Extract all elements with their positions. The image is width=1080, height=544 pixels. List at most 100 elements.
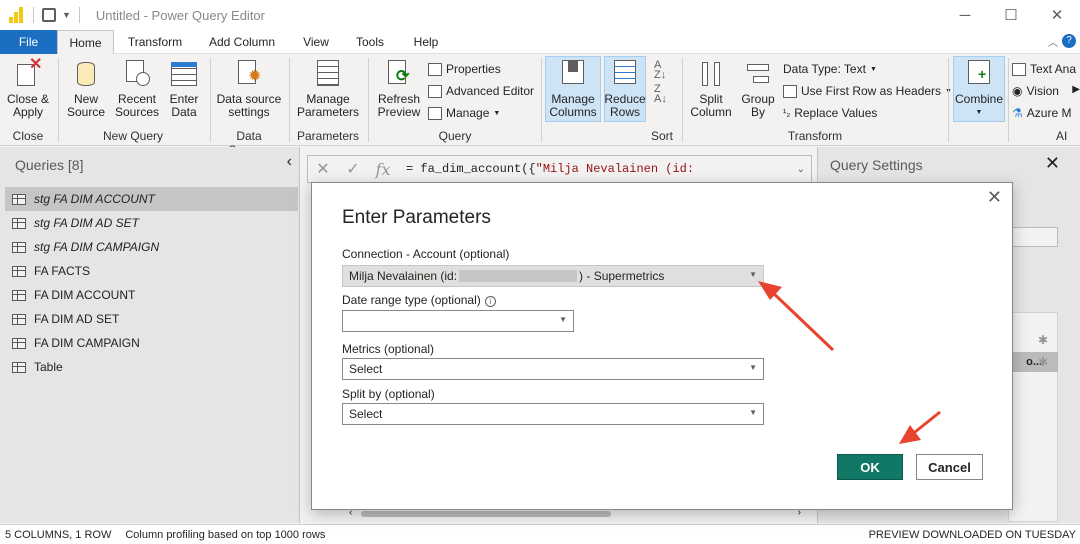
cancel-button[interactable]: Cancel (916, 454, 983, 480)
properties-label: Properties (446, 62, 501, 76)
group-separator (682, 58, 683, 142)
status-columns: 5 COLUMNS, 1 ROW (5, 528, 112, 541)
connection-account-select[interactable]: Milja Nevalainen (id:) - Supermetrics ▼ (342, 265, 764, 287)
collapse-ribbon-icon[interactable]: ︿ (1048, 34, 1058, 49)
reduce-rows-button[interactable]: Reduce Rows (604, 58, 646, 119)
azure-ml-label: Azure M (1026, 106, 1072, 120)
split-column-button[interactable]: Split Column (686, 58, 736, 119)
date-range-type-label: Date range type (optional) i (342, 293, 496, 307)
title-bar: ▼ Untitled - Power Query Editor ─ ☐ ✕ (0, 0, 1080, 30)
recent-sources-icon (122, 58, 152, 90)
group-separator (948, 58, 949, 142)
metrics-label: Metrics (optional) (342, 342, 435, 356)
connection-account-label: Connection - Account (optional) (342, 247, 510, 261)
sort-ascending-icon[interactable]: A Z↓ (654, 60, 666, 81)
minimize-button[interactable]: ─ (942, 0, 988, 30)
chevron-down-icon: ▼ (749, 270, 757, 279)
group-separator (368, 58, 369, 142)
properties-icon (428, 62, 442, 76)
group-separator (541, 58, 542, 142)
split-by-label: Split by (optional) (342, 387, 435, 401)
tab-add-column[interactable]: Add Column (200, 30, 284, 54)
group-separator (289, 58, 290, 142)
tab-help[interactable]: Help (404, 30, 448, 54)
replace-values-button[interactable]: ¹₂ Replace Values (783, 104, 877, 122)
chevron-down-icon: ▼ (493, 109, 501, 117)
vision-button[interactable]: ◉ Vision (1012, 82, 1059, 100)
info-icon[interactable]: i (484, 296, 496, 307)
save-icon[interactable] (42, 8, 56, 22)
tab-transform[interactable]: Transform (120, 30, 190, 54)
parameters-icon (313, 58, 343, 90)
manage-parameters-label: Manage Parameters (296, 92, 360, 119)
use-first-row-button[interactable]: Use First Row as Headers▼ (783, 82, 952, 100)
tab-view[interactable]: View (294, 30, 338, 54)
data-source-settings-icon: ✹ (234, 58, 264, 90)
close-apply-icon: ✕ (13, 57, 43, 90)
refresh-icon: ⟳ (384, 58, 414, 90)
replace-values-label: Replace Values (794, 106, 878, 120)
chevron-down-icon: ▼ (749, 363, 757, 372)
manage-columns-button[interactable]: Manage Columns (545, 58, 601, 119)
status-preview: PREVIEW DOWNLOADED ON TUESDAY (868, 528, 1076, 541)
sort-descending-icon[interactable]: Z A↓ (654, 84, 667, 105)
group-parameters-label: Parameters (296, 129, 360, 143)
ribbon-tabs: File Home Transform Add Column View Tool… (0, 30, 1080, 55)
close-apply-button[interactable]: ✕ Close & Apply (4, 57, 52, 119)
tab-home[interactable]: Home (57, 30, 114, 55)
close-dialog-icon[interactable]: ✕ (987, 187, 1002, 208)
metrics-select[interactable]: Select ▼ (342, 358, 764, 380)
database-icon (71, 58, 101, 90)
dialog-title: Enter Parameters (342, 207, 491, 228)
tab-file[interactable]: File (0, 30, 57, 54)
text-analytics-icon (1012, 62, 1026, 76)
redacted-id (459, 270, 578, 282)
use-first-row-icon (783, 84, 797, 98)
new-source-button[interactable]: New Source (62, 58, 110, 119)
window-title: Untitled - Power Query Editor (95, 7, 265, 23)
azure-ml-button[interactable]: ⚗ Azure M (1012, 104, 1071, 122)
manage-parameters-button[interactable]: Manage Parameters (294, 58, 362, 119)
split-by-select[interactable]: Select ▼ (342, 403, 764, 425)
tab-tools[interactable]: Tools (348, 30, 392, 54)
chevron-down-icon: ▼ (559, 315, 567, 324)
recent-sources-button[interactable]: Recent Sources (112, 58, 162, 119)
split-column-icon (696, 58, 726, 90)
recent-sources-label: Recent Sources (114, 92, 160, 119)
date-range-type-select[interactable]: ▼ (342, 310, 574, 332)
new-source-label: New Source (66, 92, 106, 119)
data-type-label: Data Type: Text (783, 62, 866, 76)
eye-icon: ◉ (1012, 84, 1023, 98)
connection-account-value-end: ) - Supermetrics (579, 269, 665, 283)
split-column-label: Split Column (690, 92, 732, 119)
refresh-preview-button[interactable]: ⟳ Refresh Preview (372, 58, 426, 119)
group-by-label: Group By (741, 92, 775, 119)
data-type-dropdown[interactable]: Data Type: Text ▼ (783, 60, 877, 78)
data-source-settings-label: Data source settings (216, 92, 282, 119)
rows-icon (610, 58, 640, 90)
combine-icon: + (964, 58, 994, 90)
status-profiling[interactable]: Column profiling based on top 1000 rows (125, 529, 325, 541)
group-by-button[interactable]: Group By (738, 58, 778, 119)
power-bi-logo-icon (9, 7, 25, 23)
ribbon-scroll-right-icon[interactable]: ▶ (1072, 84, 1080, 95)
help-icon[interactable]: ? (1062, 34, 1076, 48)
quick-access-dropdown-icon[interactable]: ▼ (62, 10, 71, 20)
text-analytics-button[interactable]: Text Ana (1012, 60, 1076, 78)
group-query-label: Query (438, 129, 472, 143)
columns-icon (558, 58, 588, 90)
metrics-value: Select (349, 362, 383, 376)
enter-data-button[interactable]: Enter Data (164, 58, 204, 119)
combine-button[interactable]: + Combine ▼ (953, 58, 1005, 119)
advanced-editor-button[interactable]: Advanced Editor (428, 82, 534, 100)
split-by-value: Select (349, 407, 383, 421)
data-source-settings-button[interactable]: ✹ Data source settings (214, 58, 284, 119)
title-separator-2 (78, 7, 80, 23)
maximize-button[interactable]: ☐ (988, 0, 1034, 30)
replace-values-icon: ¹₂ (783, 107, 791, 119)
properties-button[interactable]: Properties (428, 60, 501, 78)
date-range-type-text: Date range type (optional) (342, 293, 481, 307)
manage-button[interactable]: Manage ▼ (428, 104, 500, 122)
close-window-button[interactable]: ✕ (1034, 0, 1080, 30)
ok-button[interactable]: OK (837, 454, 903, 480)
